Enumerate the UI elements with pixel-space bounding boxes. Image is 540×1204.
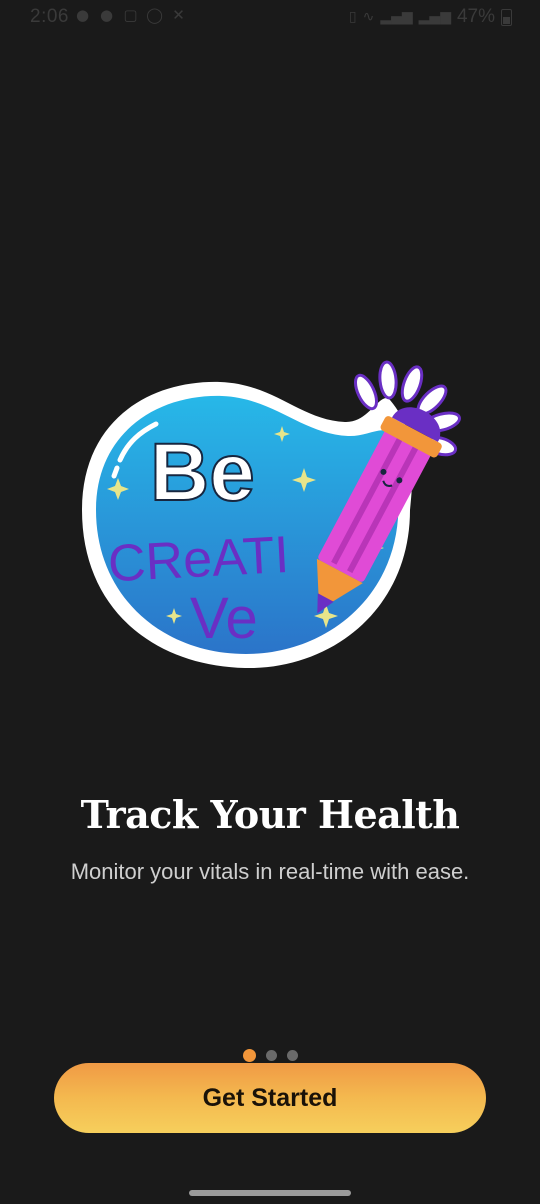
home-indicator[interactable]: [189, 1190, 351, 1196]
page-dot-active[interactable]: [242, 1049, 256, 1062]
battery-icon: [501, 8, 512, 26]
page-dot[interactable]: [265, 1050, 277, 1061]
battery-percent: 47%: [456, 6, 495, 27]
instagram-icon: ▢: [123, 6, 138, 24]
illustration-text-be: Be: [150, 427, 255, 518]
missed-call-icon: ✕: [172, 6, 185, 24]
whatsapp-icon: ◯: [146, 6, 163, 24]
illustration-text-ve: Ve: [190, 586, 258, 651]
notification-icons: ● ● ▢ ◯ ✕: [74, 7, 187, 24]
vibrate-icon: ▯: [348, 9, 357, 25]
page-title: Track Your Health: [80, 792, 460, 837]
signal-icon: ▂▄▆: [418, 9, 451, 25]
ghost-icon: ●: [75, 6, 90, 24]
system-status: ▯ ∿ ▂▄▆ ▂▄▆ 47%: [349, 6, 512, 28]
page-subtitle: Monitor your vitals in real-time with ea…: [70, 859, 470, 884]
wifi-calling-icon: ∿: [362, 9, 375, 25]
status-time: 2:06: [30, 6, 69, 27]
illustration-text-creati: CReATI: [107, 526, 291, 593]
page-indicator: [0, 1049, 540, 1062]
ghost-icon: ●: [99, 6, 114, 24]
signal-icon: ▂▄▆: [380, 9, 413, 25]
page-dot[interactable]: [286, 1050, 298, 1061]
get-started-button[interactable]: Get Started: [54, 1063, 486, 1133]
status-bar: 2:06 ● ● ▢ ◯ ✕ ▯ ∿ ▂▄▆ ▂▄▆ 47%: [0, 0, 540, 36]
be-creative-illustration: Be CReATI Ve: [82, 360, 462, 669]
